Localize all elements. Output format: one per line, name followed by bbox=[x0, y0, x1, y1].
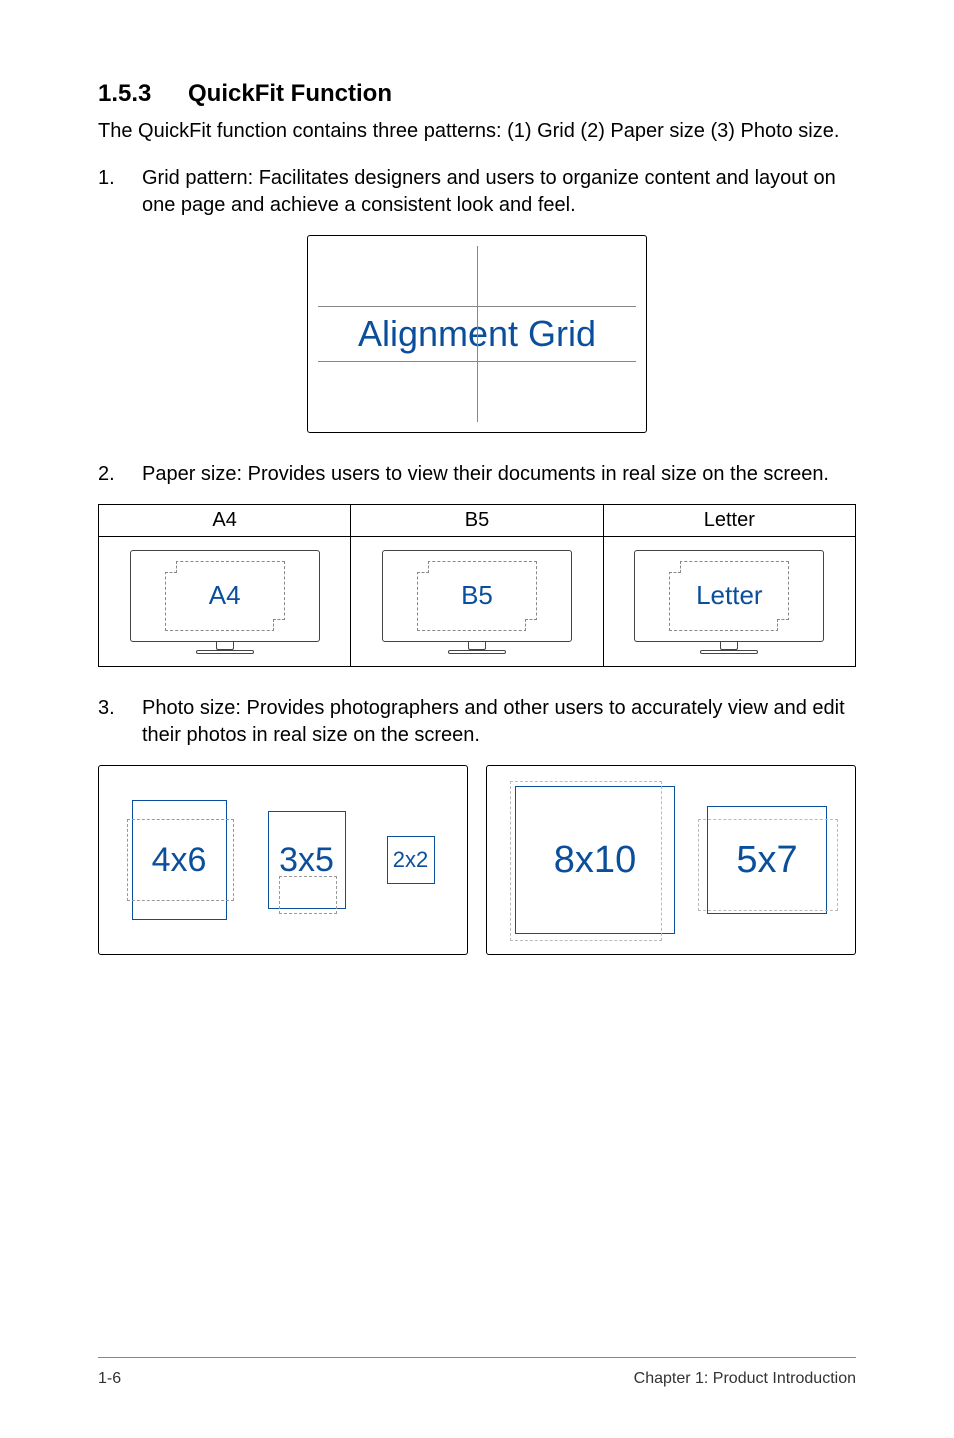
screen-icon: B5 bbox=[382, 550, 572, 642]
table-cell: B5 bbox=[351, 537, 603, 667]
photo-box-2x2: 2x2 bbox=[387, 836, 435, 884]
photo-label: 3x5 bbox=[279, 841, 334, 880]
grid-cell bbox=[318, 246, 478, 306]
screen-icon: Letter bbox=[634, 550, 824, 642]
fold-icon bbox=[525, 619, 537, 631]
table-cell: Letter bbox=[603, 537, 855, 667]
dash-overlay bbox=[127, 819, 234, 901]
list-text: Paper size: Provides users to view their… bbox=[142, 461, 856, 488]
list-item-1: 1. Grid pattern: Facilitates designers a… bbox=[98, 165, 856, 219]
photo-card: 8x10 5x7 bbox=[486, 765, 856, 955]
chapter-label: Chapter 1: Product Introduction bbox=[634, 1370, 856, 1388]
monitor-base bbox=[196, 650, 254, 654]
list-item-3: 3. Photo size: Provides photographers an… bbox=[98, 695, 856, 749]
monitor-stand bbox=[216, 642, 234, 650]
monitor-icon: A4 bbox=[130, 550, 320, 654]
paper-size-table: A4 B5 Letter A4 bbox=[98, 504, 856, 667]
photo-card: 4x6 3x5 2x2 bbox=[98, 765, 468, 955]
monitor-icon: Letter bbox=[634, 550, 824, 654]
dash-overlay bbox=[698, 819, 838, 911]
photo-size-row: 4x6 3x5 2x2 8x10 5x7 bbox=[98, 765, 856, 955]
fold-icon bbox=[777, 619, 789, 631]
intro-text: The QuickFit function contains three pat… bbox=[98, 118, 856, 145]
section-title: QuickFit Function bbox=[188, 80, 392, 107]
table-cell: A4 bbox=[99, 537, 351, 667]
list-number: 3. bbox=[98, 695, 142, 749]
paper-label: A4 bbox=[209, 580, 241, 611]
photo-box-8x10: 8x10 bbox=[515, 786, 675, 934]
table-header: Letter bbox=[603, 505, 855, 537]
section-number: 1.5.3 bbox=[98, 80, 188, 108]
grid-row bbox=[318, 246, 636, 306]
list-text: Grid pattern: Facilitates designers and … bbox=[142, 165, 856, 219]
list-number: 1. bbox=[98, 165, 142, 219]
photo-box-4x6: 4x6 bbox=[132, 800, 227, 920]
paper-outline: Letter bbox=[669, 561, 789, 631]
fold-icon bbox=[165, 561, 177, 573]
fold-icon bbox=[669, 561, 681, 573]
table-header-row: A4 B5 Letter bbox=[99, 505, 856, 537]
monitor-base bbox=[700, 650, 758, 654]
paper-label: B5 bbox=[461, 580, 493, 611]
monitor-stand bbox=[720, 642, 738, 650]
grid-row bbox=[318, 362, 636, 422]
paper-label: Letter bbox=[696, 580, 763, 611]
grid-cell bbox=[478, 246, 637, 306]
fold-icon bbox=[417, 561, 429, 573]
photo-box-3x5: 3x5 bbox=[268, 811, 346, 909]
alignment-grid-figure: Alignment Grid bbox=[307, 235, 647, 433]
monitor-icon: B5 bbox=[382, 550, 572, 654]
paper-outline: A4 bbox=[165, 561, 285, 631]
fold-icon bbox=[273, 619, 285, 631]
table-header: B5 bbox=[351, 505, 603, 537]
photo-box-5x7: 5x7 bbox=[707, 806, 827, 914]
screen-icon: A4 bbox=[130, 550, 320, 642]
list-text: Photo size: Provides photographers and o… bbox=[142, 695, 856, 749]
page-number: 1-6 bbox=[98, 1370, 121, 1388]
table-header: A4 bbox=[99, 505, 351, 537]
monitor-base bbox=[448, 650, 506, 654]
dash-overlay bbox=[510, 781, 662, 941]
page-footer: 1-6 Chapter 1: Product Introduction bbox=[98, 1357, 856, 1388]
photo-label: 2x2 bbox=[393, 847, 428, 873]
grid-cell bbox=[318, 362, 478, 422]
paper-outline: B5 bbox=[417, 561, 537, 631]
list-number: 2. bbox=[98, 461, 142, 488]
grid-label-row: Alignment Grid bbox=[318, 306, 636, 362]
grid-cell bbox=[478, 362, 637, 422]
grid-divider bbox=[477, 307, 478, 361]
dash-overlay bbox=[279, 876, 337, 914]
table-row: A4 B5 bbox=[99, 537, 856, 667]
monitor-stand bbox=[468, 642, 486, 650]
list-item-2: 2. Paper size: Provides users to view th… bbox=[98, 461, 856, 488]
section-heading: 1.5.3QuickFit Function bbox=[98, 80, 856, 108]
